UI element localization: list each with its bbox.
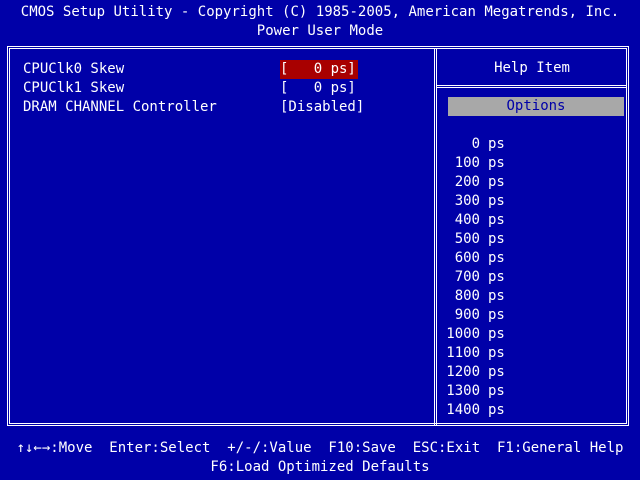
setting-cpuclk1-skew-value[interactable]: [ 0 ps] bbox=[280, 79, 356, 98]
option-value: 900 bbox=[454, 307, 480, 323]
option-unit: ps bbox=[488, 288, 505, 304]
setting-dram-channel-controller-value[interactable]: [Disabled] bbox=[280, 98, 364, 117]
option-unit: ps bbox=[488, 402, 505, 418]
option-value: 400 bbox=[454, 212, 480, 228]
option-unit: ps bbox=[488, 212, 505, 228]
setting-cpuclk1-skew-label[interactable]: CPUClk1 Skew bbox=[23, 79, 124, 98]
option-unit: ps bbox=[488, 155, 505, 171]
key-help-defaults: F6:Load Optimized Defaults bbox=[210, 459, 430, 475]
option-value: 1400 bbox=[446, 402, 480, 418]
help-title: Help Item bbox=[494, 60, 570, 76]
option-unit: ps bbox=[488, 193, 505, 209]
option-unit: ps bbox=[488, 383, 505, 399]
setting-cpuclk0-skew-label[interactable]: CPUClk0 Skew bbox=[23, 60, 124, 79]
option-unit: ps bbox=[488, 269, 505, 285]
option-value: 200 bbox=[454, 174, 480, 190]
option-value: 300 bbox=[454, 193, 480, 209]
option-value: 0 bbox=[471, 136, 480, 152]
option-unit: ps bbox=[488, 345, 505, 361]
window-title: CMOS Setup Utility - Copyright (C) 1985-… bbox=[20, 4, 620, 20]
option-value: 1200 bbox=[446, 364, 480, 380]
option-unit: ps bbox=[488, 250, 505, 266]
option-value: 600 bbox=[454, 250, 480, 266]
option-value: 700 bbox=[454, 269, 480, 285]
option-value: 100 bbox=[454, 155, 480, 171]
options-header: Options bbox=[448, 97, 624, 116]
option-unit: ps bbox=[488, 326, 505, 342]
option-value: 800 bbox=[454, 288, 480, 304]
option-unit: ps bbox=[488, 231, 505, 247]
option-value: 1100 bbox=[446, 345, 480, 361]
key-help-bar: ↑↓←→:Move Enter:Select +/-/:Value F10:Sa… bbox=[16, 440, 624, 456]
option-value: 1300 bbox=[446, 383, 480, 399]
option-value: 500 bbox=[454, 231, 480, 247]
help-separator bbox=[437, 85, 627, 88]
option-unit: ps bbox=[488, 136, 505, 152]
setting-dram-channel-controller-label[interactable]: DRAM CHANNEL Controller bbox=[23, 98, 217, 117]
setting-cpuclk0-skew-value[interactable]: [ 0 ps] bbox=[280, 60, 358, 79]
option-unit: ps bbox=[488, 307, 505, 323]
option-value: 1000 bbox=[446, 326, 480, 342]
page-subtitle: Power User Mode bbox=[256, 23, 384, 39]
option-unit: ps bbox=[488, 364, 505, 380]
option-unit: ps bbox=[488, 174, 505, 190]
